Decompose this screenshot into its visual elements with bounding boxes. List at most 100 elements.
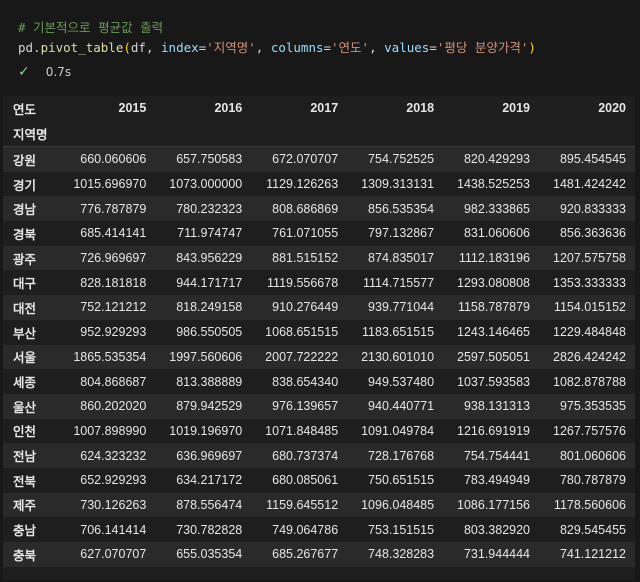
column-header: 2019 (502, 101, 531, 115)
table-cell: 780.232323 (176, 201, 243, 216)
code-token-arg1: df, (130, 40, 162, 55)
code-token-paren-close: ) (528, 40, 536, 55)
table-cell: 780.787879 (559, 473, 626, 488)
table-cell: 750.651515 (368, 473, 435, 488)
table-cell: 1267.757576 (553, 423, 626, 438)
table-row: 경북 685.414141 711.974747 761.071055 797.1328… (3, 221, 635, 246)
code-token-sep1: , (255, 40, 271, 55)
row-label: 전남 (13, 450, 37, 465)
table-cell: 776.787879 (80, 201, 147, 216)
table-cell: 2007.722222 (265, 349, 339, 364)
table-cell: 1015.696970 (73, 177, 147, 192)
table-cell: 1293.080808 (457, 275, 531, 290)
code-comment: # 기본적으로 평균값 출력 (18, 20, 164, 35)
table-cell: 672.070707 (272, 152, 339, 167)
table-cell: 1438.525253 (457, 177, 531, 192)
table-cell: 879.942529 (176, 399, 243, 414)
table-cell: 1129.126263 (266, 177, 339, 192)
table-cell: 783.494949 (463, 473, 531, 488)
column-header: 2016 (214, 101, 243, 115)
table-cell: 813.388889 (176, 374, 243, 389)
table-cell: 939.771044 (368, 300, 435, 315)
code-token-paren-open: ( (123, 40, 131, 55)
table-cell: 1159.645512 (266, 497, 339, 512)
code-token-str2: '연도' (331, 40, 370, 55)
table-cell: 831.060606 (463, 226, 531, 241)
table-cell: 803.382920 (463, 522, 531, 537)
table-row: 충남 706.141414 730.782828 749.064786 753.1515… (3, 517, 635, 542)
table-cell: 636.969697 (176, 448, 243, 463)
table-cell: 1207.575758 (553, 251, 626, 266)
table-cell: 761.071055 (272, 226, 339, 241)
pivot-table: 연도 2015 2016 2017 2018 2019 2020 지역명 강원 … (3, 96, 635, 567)
row-label: 경남 (13, 203, 37, 218)
table-cell: 976.139657 (272, 399, 339, 414)
row-label: 부산 (13, 326, 37, 341)
code-token-str1: '지역명' (206, 40, 256, 55)
table-cell: 856.535354 (368, 201, 435, 216)
table-cell: 1183.651515 (362, 325, 435, 340)
table-cell: 1309.313131 (361, 177, 435, 192)
output-area: 연도 2015 2016 2017 2018 2019 2020 지역명 강원 … (3, 96, 635, 580)
table-cell: 711.974747 (177, 226, 243, 241)
table-cell: 910.276449 (272, 300, 339, 315)
notebook-cell: # 기본적으로 평균값 출력 pd.pivot_table(df, index =… (0, 0, 640, 582)
table-cell: 1229.484848 (553, 325, 626, 340)
table-cell: 818.249158 (176, 300, 243, 315)
table-cell: 874.835017 (368, 251, 435, 266)
execution-time: 0.7s (45, 65, 72, 79)
table-cell: 2826.424242 (553, 349, 626, 364)
code-token-func: pivot_table (40, 40, 124, 55)
table-row: 경남 776.787879 780.232323 808.686869 856.5353… (3, 196, 635, 222)
table-cell: 2130.601010 (361, 349, 435, 364)
table-cell: 1353.333333 (553, 275, 626, 290)
empty-header-cell (347, 120, 443, 147)
table-cell: 949.537480 (368, 374, 435, 389)
row-label: 제주 (13, 499, 37, 514)
column-header-row: 연도 2015 2016 2017 2018 2019 2020 (3, 96, 635, 120)
code-token-kw3: values (384, 40, 430, 55)
table-cell: 1073.000000 (169, 177, 243, 192)
table-cell: 856.363636 (559, 226, 626, 241)
code-token-sep2: , (369, 40, 385, 55)
table-row: 세종 804.868687 813.388889 838.654340 949.5374… (3, 369, 635, 394)
execution-status: ✓ 0.7s (18, 64, 71, 80)
table-row: 충북 627.070707 655.035354 685.267677 748.3282… (3, 542, 635, 567)
table-cell: 1178.560606 (553, 497, 626, 512)
table-cell: 804.868687 (80, 374, 147, 389)
index-header-row: 지역명 (3, 120, 635, 147)
code-editor[interactable]: # 기본적으로 평균값 출력 pd.pivot_table(df, index =… (18, 18, 536, 58)
table-row: 전남 624.323232 636.969697 680.737374 728.1767… (3, 443, 635, 468)
table-row: 서울 1865.535354 1997.560606 2007.722222 2130.… (3, 344, 635, 370)
table-cell: 1119.556678 (267, 275, 339, 290)
code-token-str3: '평당 분양가격' (436, 40, 529, 55)
table-cell: 753.151515 (368, 522, 435, 537)
table-cell: 730.126263 (80, 497, 147, 512)
table-cell: 1481.424242 (553, 177, 626, 192)
code-token-eq2: = (323, 40, 332, 55)
table-cell: 829.545455 (559, 522, 626, 537)
empty-header-cell (443, 120, 539, 147)
table-row: 제주 730.126263 878.556474 1159.645512 1096.04… (3, 492, 635, 518)
table-cell: 940.440771 (368, 399, 435, 414)
table-cell: 1112.183196 (458, 251, 531, 266)
table-cell: 1068.651515 (265, 325, 339, 340)
table-cell: 726.969697 (80, 251, 147, 266)
table-cell: 838.654340 (272, 374, 339, 389)
table-cell: 685.414141 (80, 226, 147, 241)
table-cell: 1114.715577 (362, 275, 435, 290)
row-label: 충남 (13, 524, 37, 539)
table-row: 대전 752.121212 818.249158 910.276449 939.7710… (3, 295, 635, 320)
table-cell: 754.754441 (463, 448, 531, 463)
table-cell: 728.176768 (368, 448, 435, 463)
table-cell: 797.132867 (368, 226, 435, 241)
table-cell: 895.454545 (559, 152, 626, 167)
table-cell: 749.064786 (272, 522, 339, 537)
row-label: 경기 (13, 178, 37, 193)
table-cell: 975.353535 (559, 399, 626, 414)
table-cell: 1154.015152 (553, 300, 626, 315)
table-row: 부산 952.929293 986.550505 1068.651515 1183.65… (3, 319, 635, 345)
table-row: 경기 1015.696970 1073.000000 1129.126263 1309.… (3, 171, 635, 197)
table-cell: 1158.787879 (457, 300, 531, 315)
columns-name-label: 연도 (13, 102, 37, 117)
